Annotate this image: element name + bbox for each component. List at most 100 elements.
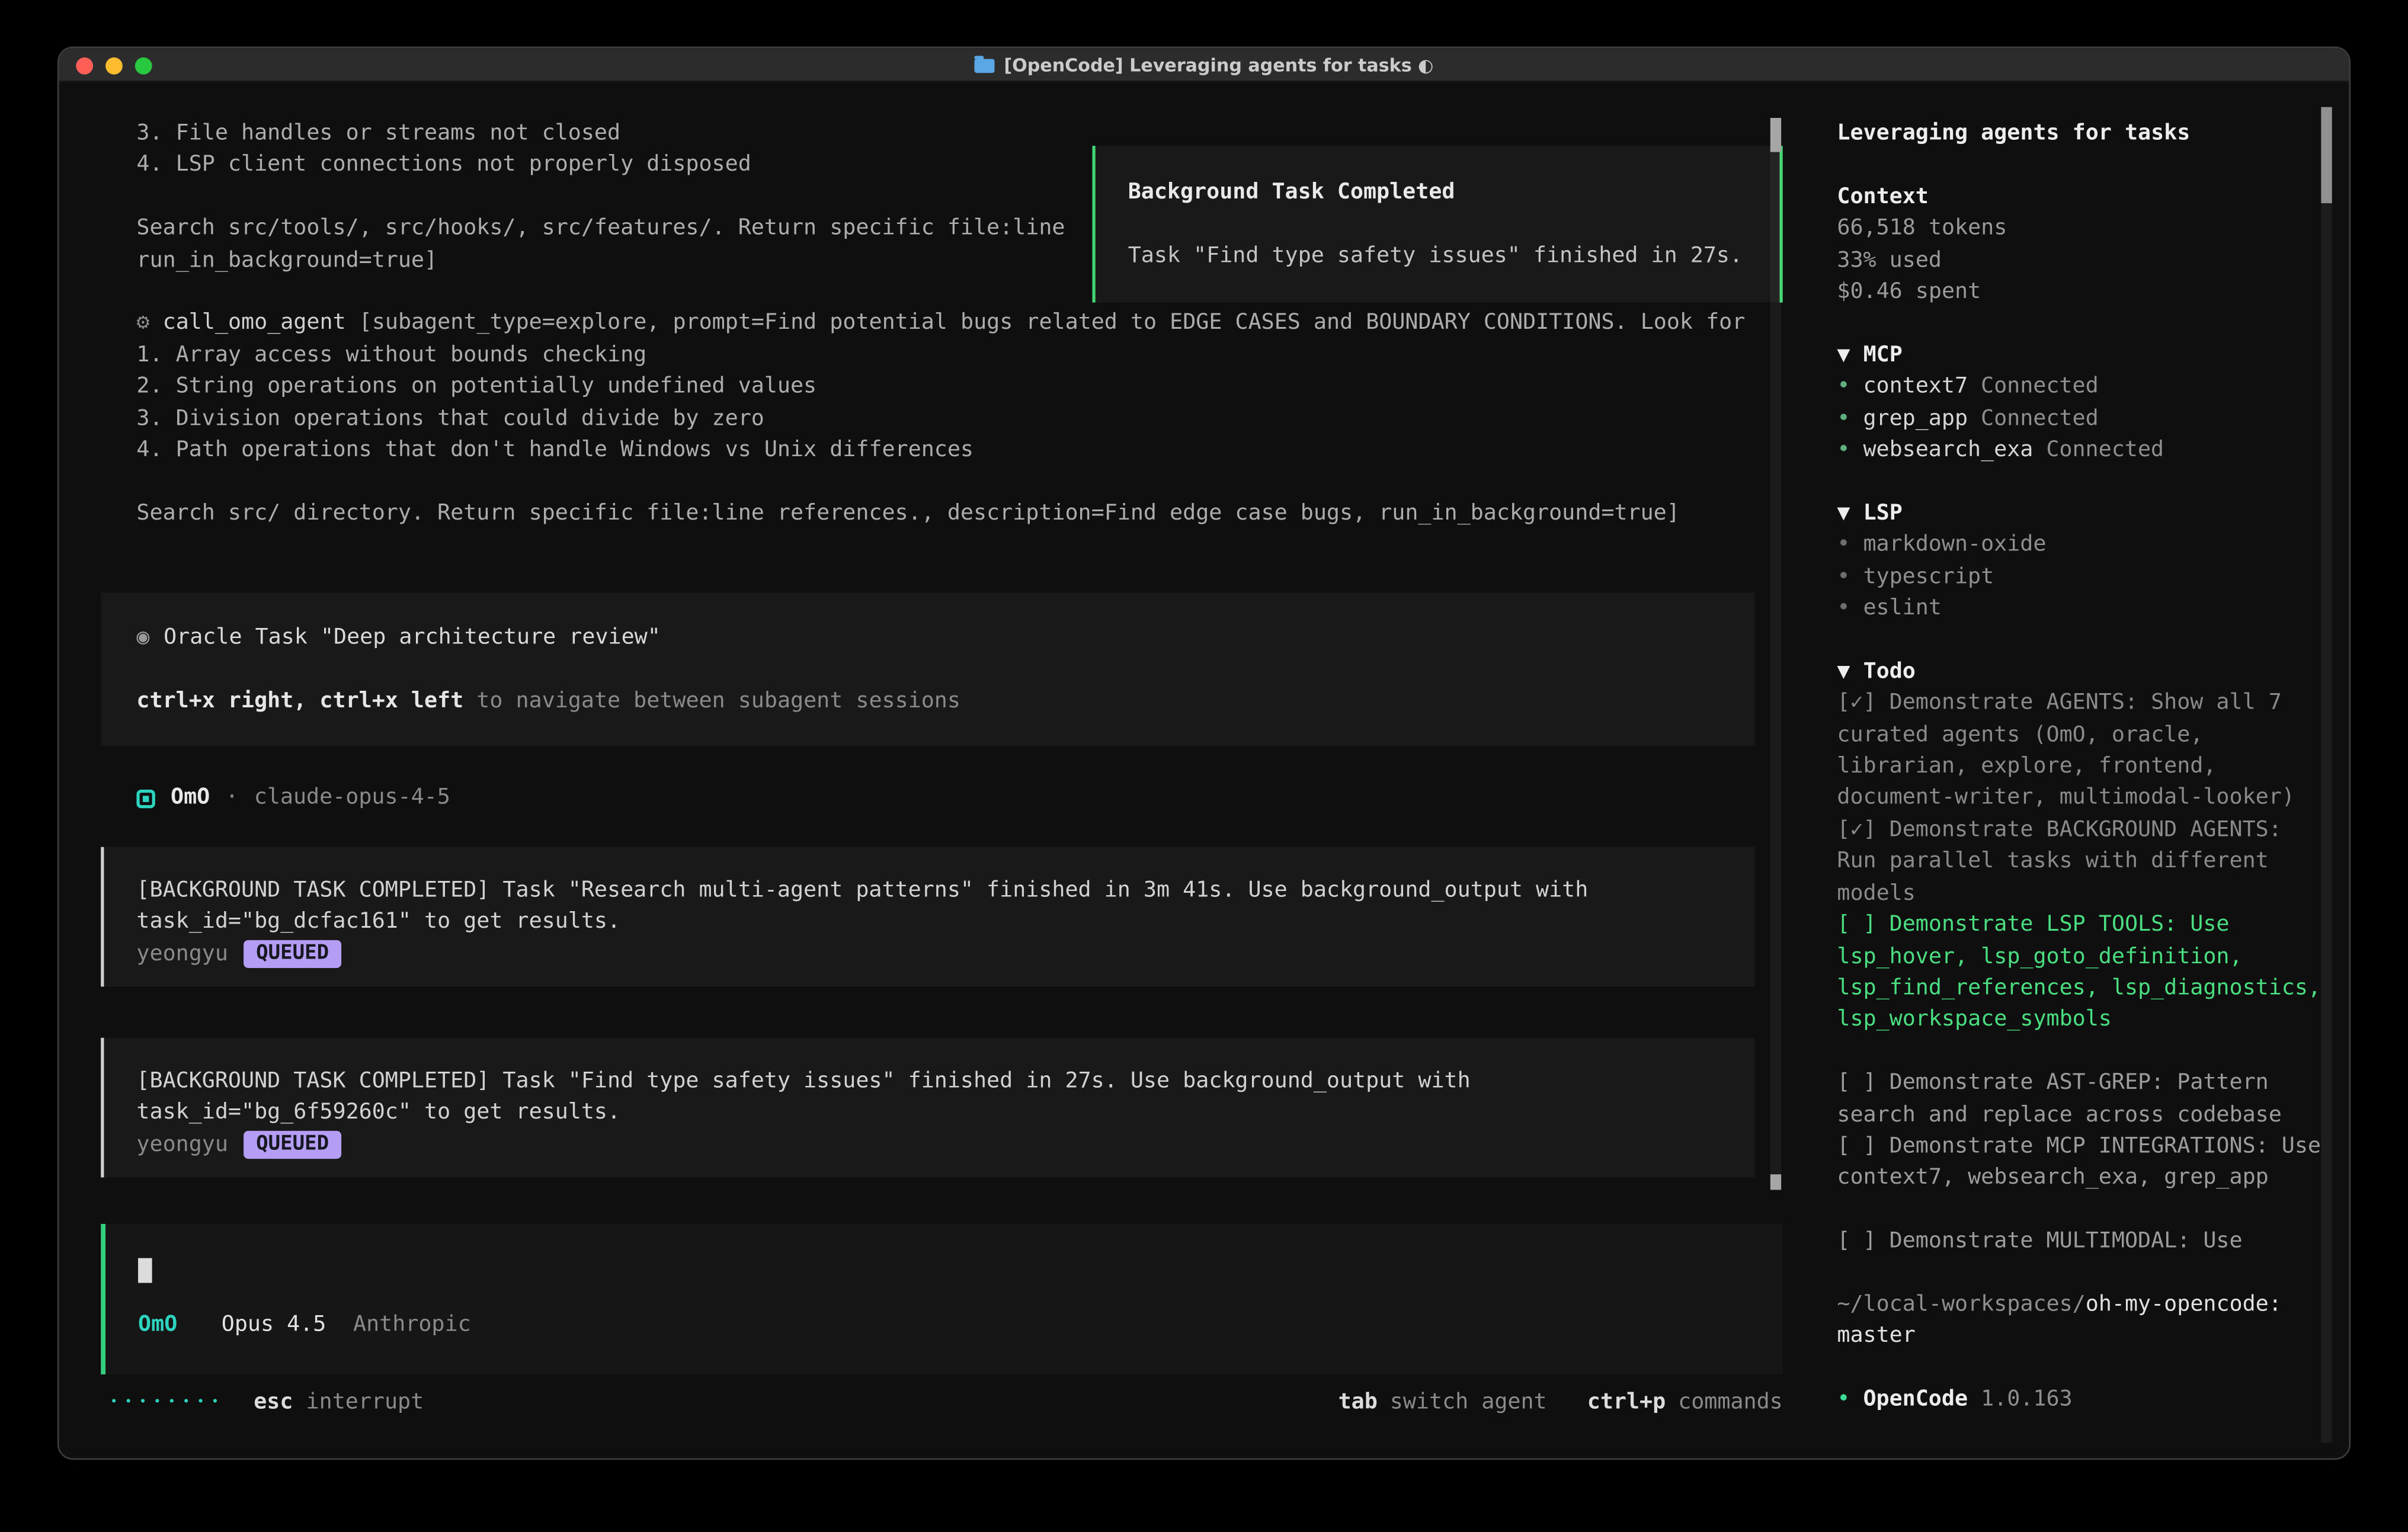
lsp-section-heading[interactable]: ▼ LSP	[1837, 498, 2327, 529]
ctrl-p-key: ctrl+p	[1587, 1386, 1666, 1418]
message-author: yeongyu	[136, 1129, 228, 1161]
status-right: tab switch agent ctrl+p commands	[1339, 1386, 1783, 1418]
scrollbar-thumb[interactable]	[1770, 118, 1781, 152]
gear-icon: ⚙	[136, 311, 149, 336]
chat-scrollbar[interactable]	[1770, 118, 1781, 1190]
status-bar: •••••••• esc interrupt tab switch agent …	[110, 1386, 1783, 1418]
oracle-task-title: ◉Oracle Task "Deep architecture review"	[136, 623, 1719, 654]
chat-scrollback: 3. File handles or streams not closed 4.…	[101, 118, 1783, 1374]
context-heading: Context	[1837, 181, 2327, 213]
chevron-down-icon: ▼	[1837, 342, 1850, 367]
oracle-icon: ◉	[136, 626, 149, 650]
tool-prompt-item: 3. Division operations that could divide…	[101, 403, 1783, 434]
mcp-name: websearch_exa	[1863, 438, 2033, 463]
tab-label: switch agent	[1390, 1386, 1547, 1418]
window-title: [OpenCode] Leveraging agents for tasks ◐	[59, 48, 2349, 82]
lsp-item: • markdown-oxide	[1837, 530, 2327, 561]
todo-item: [ ] Demonstrate MCP INTEGRATIONS: Use co…	[1837, 1131, 2327, 1194]
workspace-branch: master	[1837, 1323, 1915, 1348]
blank-line	[1837, 1352, 2327, 1384]
todo-heading-label: Todo	[1863, 659, 1916, 684]
context-used: 33% used	[1837, 245, 2327, 276]
message-author: yeongyu	[136, 938, 228, 969]
terminal-window: [OpenCode] Leveraging agents for tasks ◐…	[57, 47, 2351, 1460]
window-body: Background Task Completed Task "Find typ…	[59, 82, 2349, 1459]
app-version: 1.0.163	[1981, 1387, 2073, 1412]
mcp-status: Connected	[1981, 406, 2099, 431]
tool-footer-line: Search src/ directory. Return specific f…	[101, 498, 1783, 529]
esc-label: interrupt	[306, 1389, 424, 1414]
tool-prompt-item: 2. String operations on potentially unde…	[101, 371, 1783, 402]
agent-model: claude-opus-4-5	[254, 783, 450, 814]
ctrl-p-label: commands	[1678, 1386, 1783, 1418]
todo-item: [ ] Demonstrate AST-GREP: Pattern search…	[1837, 1068, 2327, 1131]
tool-prompt-item: 1. Array access without bounds checking	[101, 339, 1783, 371]
queued-badge: QUEUED	[244, 1131, 341, 1159]
app-name: OpenCode	[1863, 1387, 1968, 1412]
titlebar[interactable]: [OpenCode] Leveraging agents for tasks ◐	[59, 48, 2349, 82]
bullet-icon: •	[1837, 438, 1850, 463]
toast-body: Task "Find type safety issues" finished …	[1128, 240, 1747, 271]
message-line: task_id="bg_dcfac161" to get results.	[136, 906, 1722, 938]
bullet-icon: •	[1837, 596, 1850, 621]
input-agent-name: OmO	[138, 1312, 177, 1337]
agent-icon	[136, 789, 155, 807]
lsp-item: • typescript	[1837, 561, 2327, 592]
chat-area: Background Task Completed Task "Find typ…	[59, 82, 1813, 1459]
mcp-heading-label: MCP	[1863, 342, 1903, 367]
todo-section-heading[interactable]: ▼ Todo	[1837, 656, 2327, 687]
workspace-prefix: ~/local-workspaces/	[1837, 1292, 2085, 1317]
lsp-heading-label: LSP	[1863, 501, 1903, 525]
oracle-task-panel: ◉Oracle Task "Deep architecture review" …	[101, 593, 1754, 747]
todo-item: [✓] Demonstrate AGENTS: Show all 7 curat…	[1837, 688, 2327, 815]
sidebar-scrollbar[interactable]	[2321, 107, 2332, 1443]
bullet-icon: •	[1837, 374, 1850, 399]
background-task-toast[interactable]: Background Task Completed Task "Find typ…	[1092, 146, 1782, 303]
terminal-line: 3. File handles or streams not closed	[101, 118, 1783, 149]
subagent-nav-hint: ctrl+x right, ctrl+x left to navigate be…	[136, 685, 1719, 717]
scrollbar-thumb-bottom[interactable]	[1770, 1174, 1781, 1190]
queued-message: [BACKGROUND TASK COMPLETED] Task "Resear…	[101, 847, 1754, 986]
lsp-name: markdown-oxide	[1863, 533, 2046, 557]
message-meta: yeongyu QUEUED	[136, 1129, 1722, 1161]
chevron-down-icon: ▼	[1837, 501, 1850, 525]
bullet-icon: •	[1837, 533, 1850, 557]
workspace-repo: oh-my-opencode:	[2086, 1292, 2282, 1317]
bullet-icon: •	[1837, 564, 1850, 589]
mcp-status: Connected	[1981, 374, 2099, 399]
message-line: [BACKGROUND TASK COMPLETED] Task "Find t…	[136, 1066, 1722, 1097]
sidebar-scrollbar-thumb[interactable]	[2321, 107, 2332, 203]
mcp-section-heading[interactable]: ▼ MCP	[1837, 339, 2327, 371]
input-cursor-row[interactable]	[138, 1255, 1750, 1287]
blank-line	[1837, 624, 2327, 656]
blank-line	[1837, 1257, 2327, 1289]
session-title: Leveraging agents for tasks	[1837, 118, 2327, 149]
tool-call-line: ⚙ call_omo_agent [subagent_type=explore,…	[101, 308, 1783, 339]
mcp-name: grep_app	[1863, 406, 1968, 431]
tool-args: [subagent_type=explore, prompt=Find pote…	[359, 311, 1746, 336]
queued-badge: QUEUED	[244, 940, 341, 967]
todo-item: [ ] Demonstrate LSP TOOLS: Use lsp_hover…	[1837, 909, 2327, 1036]
message-meta: yeongyu QUEUED	[136, 938, 1722, 969]
window-title-text: [OpenCode] Leveraging agents for tasks ◐	[1004, 49, 1433, 81]
spinner-dots: ••••••••	[110, 1386, 226, 1418]
message-line: task_id="bg_6f59260c" to get results.	[136, 1098, 1722, 1129]
prompt-input[interactable]: OmO Opus 4.5 Anthropic	[101, 1225, 1783, 1375]
session-sidebar: Leveraging agents for tasks Context 66,5…	[1812, 82, 2349, 1459]
bullet-icon: •	[1837, 1387, 1850, 1412]
tool-prompt-item: 4. Path operations that don't handle Win…	[101, 434, 1783, 466]
todo-item: [✓] Demonstrate BACKGROUND AGENTS: Run p…	[1837, 814, 2327, 909]
agent-name: OmO	[171, 783, 210, 814]
context-tokens: 66,518 tokens	[1837, 213, 2327, 244]
toast-title: Background Task Completed	[1128, 177, 1747, 209]
folder-icon	[975, 58, 995, 72]
tab-key: tab	[1339, 1386, 1378, 1418]
input-meta: OmO Opus 4.5 Anthropic	[138, 1309, 1750, 1340]
hint-keys: ctrl+x right, ctrl+x left	[136, 689, 463, 714]
mcp-name: context7	[1863, 374, 1968, 399]
screen: [OpenCode] Leveraging agents for tasks ◐…	[0, 0, 2408, 1532]
lsp-name: typescript	[1863, 564, 1994, 589]
mcp-item: •websearch_exaConnected	[1837, 434, 2327, 466]
blank-line	[1837, 308, 2327, 339]
agent-header: OmO · claude-opus-4-5	[101, 783, 1783, 814]
